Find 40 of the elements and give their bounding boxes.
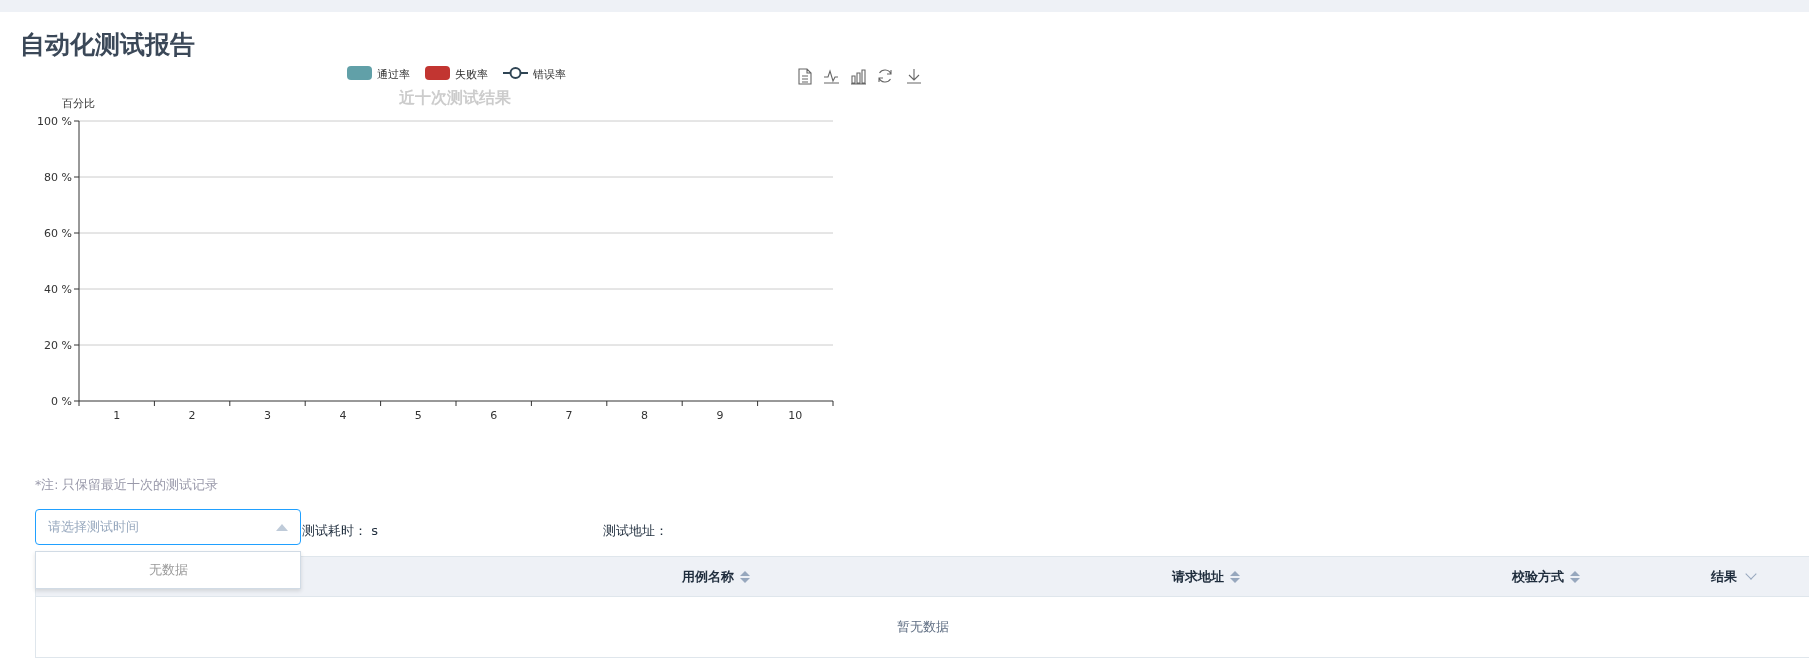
x-tick-label: 9 <box>716 409 724 422</box>
y-tick-label: 80 % <box>44 171 72 184</box>
data-view-icon[interactable] <box>798 68 812 85</box>
column-header[interactable]: 用例名称 <box>682 567 734 586</box>
x-tick-label: 5 <box>414 409 422 422</box>
sort-icon[interactable] <box>1230 570 1240 583</box>
column-header[interactable]: 请求地址 <box>1172 567 1224 586</box>
legend-label[interactable]: 错误率 <box>533 67 566 81</box>
duration-label: 测试耗时： s <box>302 522 378 540</box>
address-label: 测试地址： <box>602 522 668 540</box>
x-tick-label: 10 <box>788 409 803 422</box>
page-title: 自动化测试报告 <box>20 30 196 60</box>
y-tick-label: 40 % <box>44 283 72 296</box>
column-header[interactable]: 校验方式 <box>1512 567 1564 586</box>
x-tick-label: 8 <box>641 409 648 422</box>
column-header[interactable]: 结果 <box>1710 567 1737 586</box>
y-axis-title: 百分比 <box>62 97 95 110</box>
note-text: *注: 只保留最近十次的测试记录 <box>35 477 219 493</box>
legend-label[interactable]: 通过率 <box>377 67 410 81</box>
x-tick-label: 1 <box>113 409 121 422</box>
legend-label[interactable]: 失败率 <box>455 67 488 81</box>
y-tick-label: 0 % <box>51 395 72 408</box>
download-icon[interactable] <box>906 68 922 84</box>
empty-text: 暂无数据 <box>896 618 949 636</box>
x-tick-label: 4 <box>339 409 347 422</box>
sort-icon[interactable] <box>740 570 750 583</box>
line-chart-icon[interactable] <box>823 69 840 84</box>
legend-line-marker <box>502 67 529 79</box>
bar-chart-icon[interactable] <box>850 69 867 85</box>
y-tick-label: 100 % <box>37 115 72 128</box>
dropdown-empty-text: 无数据 <box>35 551 301 589</box>
x-tick-label: 6 <box>490 409 498 422</box>
x-tick-label: 2 <box>188 409 196 422</box>
y-tick-label: 60 % <box>44 227 72 240</box>
x-tick-label: 7 <box>565 409 573 422</box>
caret-icon <box>276 523 288 531</box>
y-tick-label: 20 % <box>44 339 72 352</box>
sort-icon[interactable] <box>1570 570 1580 583</box>
refresh-icon[interactable] <box>878 69 892 83</box>
x-tick-label: 3 <box>264 409 271 422</box>
